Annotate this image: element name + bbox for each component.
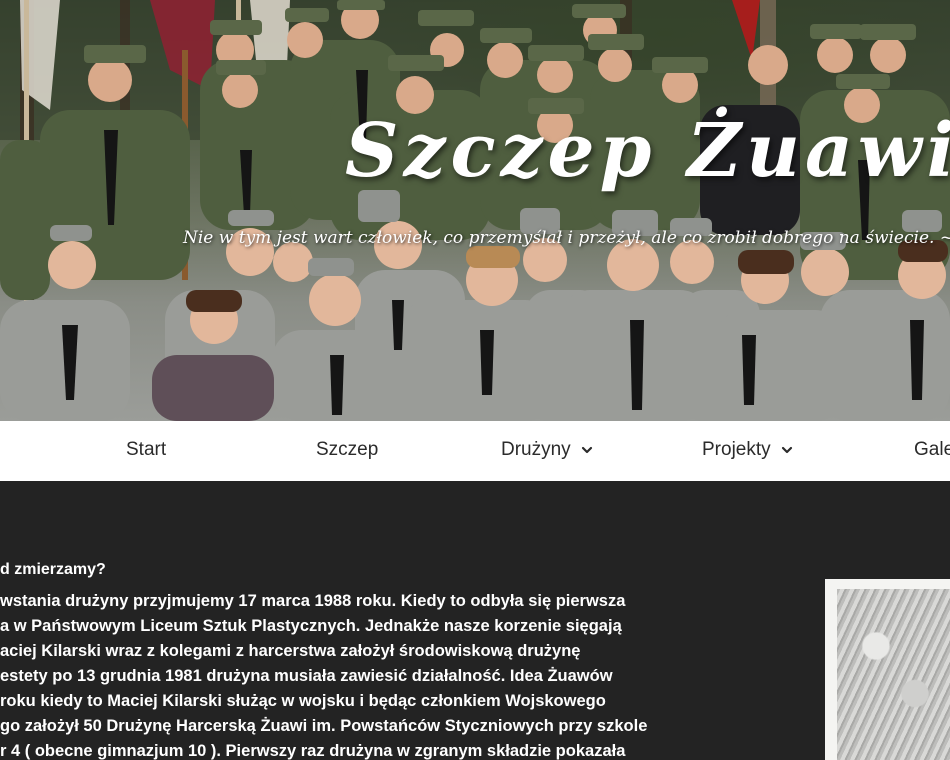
hero-banner: Szczep Żuawi Nie w tym jest wart człowie… xyxy=(0,0,950,421)
paragraph-line: aciej Kilarski wraz z kolegami z harcers… xyxy=(0,642,581,660)
nav-item-szczep[interactable]: Szczep xyxy=(316,439,378,461)
hero-photo-group xyxy=(0,0,950,421)
nav-item-label: Drużyny xyxy=(501,439,571,460)
paragraph-line: r 4 ( obecne gimnazjum 10 ). Pierwszy ra… xyxy=(0,742,626,760)
historical-photo xyxy=(825,579,950,760)
nav-item-label: Szczep xyxy=(316,439,379,460)
main-content: d zmierzamy? wstania drużyny przyjmujemy… xyxy=(0,481,950,760)
nav-item-start[interactable]: Start xyxy=(126,439,166,461)
section-heading: d zmierzamy? xyxy=(0,561,106,578)
site-title: Szczep Żuawi xyxy=(345,108,950,194)
nav-item-label: Projekty xyxy=(702,439,771,460)
site-motto: Nie w tym jest wart człowiek, co przemyś… xyxy=(183,228,950,248)
historical-photo-image xyxy=(837,589,950,760)
nav-item-projekty[interactable]: Projekty xyxy=(702,439,793,461)
main-navigation: Start Szczep Drużyny Projekty Gale xyxy=(0,421,950,481)
paragraph-line: wstania drużyny przyjmujemy 17 marca 198… xyxy=(0,592,626,610)
paragraph-line: estety po 13 grudnia 1981 drużyna musiał… xyxy=(0,667,613,685)
paragraph-line: a w Państwowym Liceum Sztuk Plastycznych… xyxy=(0,617,622,635)
nav-item-label: Start xyxy=(126,439,167,460)
paragraph-line: roku kiedy to Maciej Kilarski służąc w w… xyxy=(0,692,606,710)
paragraph-line: go założył 50 Drużynę Harcerską Żuawi im… xyxy=(0,717,648,735)
chevron-down-icon xyxy=(581,446,592,454)
nav-item-galeria[interactable]: Gale xyxy=(914,439,950,461)
nav-item-label: Gale xyxy=(914,439,950,460)
nav-item-druzyny[interactable]: Drużyny xyxy=(501,439,593,461)
chevron-down-icon xyxy=(781,446,792,454)
